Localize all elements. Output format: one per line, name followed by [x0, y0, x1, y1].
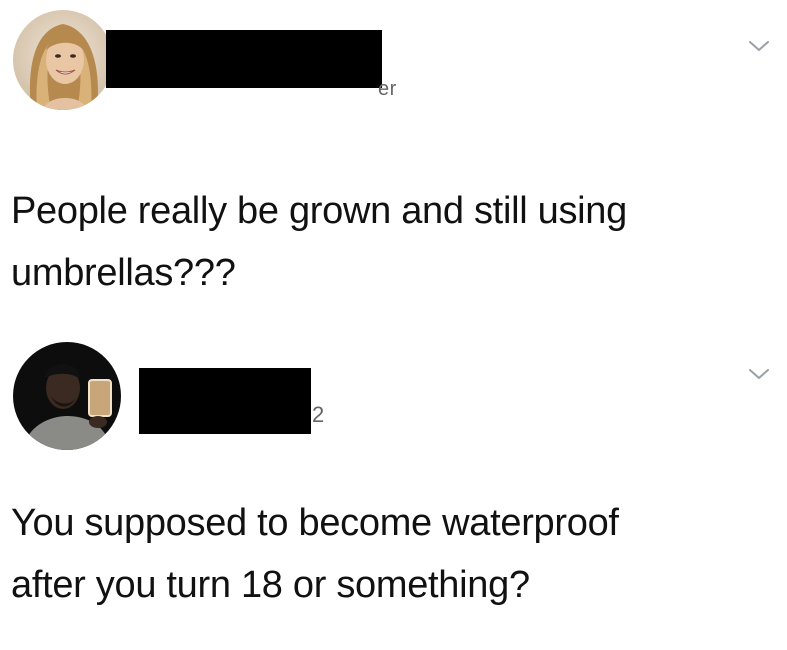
handle-fragment: 2	[312, 402, 325, 427]
redacted-name	[139, 368, 311, 434]
tweet-reply: 2 You supposed to become waterproof afte…	[0, 330, 787, 650]
avatar-photo-man	[13, 342, 121, 450]
handle-fragment: er	[378, 78, 397, 100]
tweet-original: er People really be grown and still usin…	[0, 0, 787, 330]
redacted-name	[106, 30, 382, 88]
avatar-photo-woman	[13, 10, 113, 110]
user-avatar[interactable]	[13, 342, 121, 450]
tweet-text: You supposed to become waterproof after …	[11, 502, 619, 606]
tweet-text: People really be grown and still using u…	[11, 190, 627, 294]
chevron-down-icon[interactable]	[747, 366, 771, 382]
chevron-down-icon[interactable]	[747, 38, 771, 54]
user-avatar[interactable]	[13, 10, 113, 110]
